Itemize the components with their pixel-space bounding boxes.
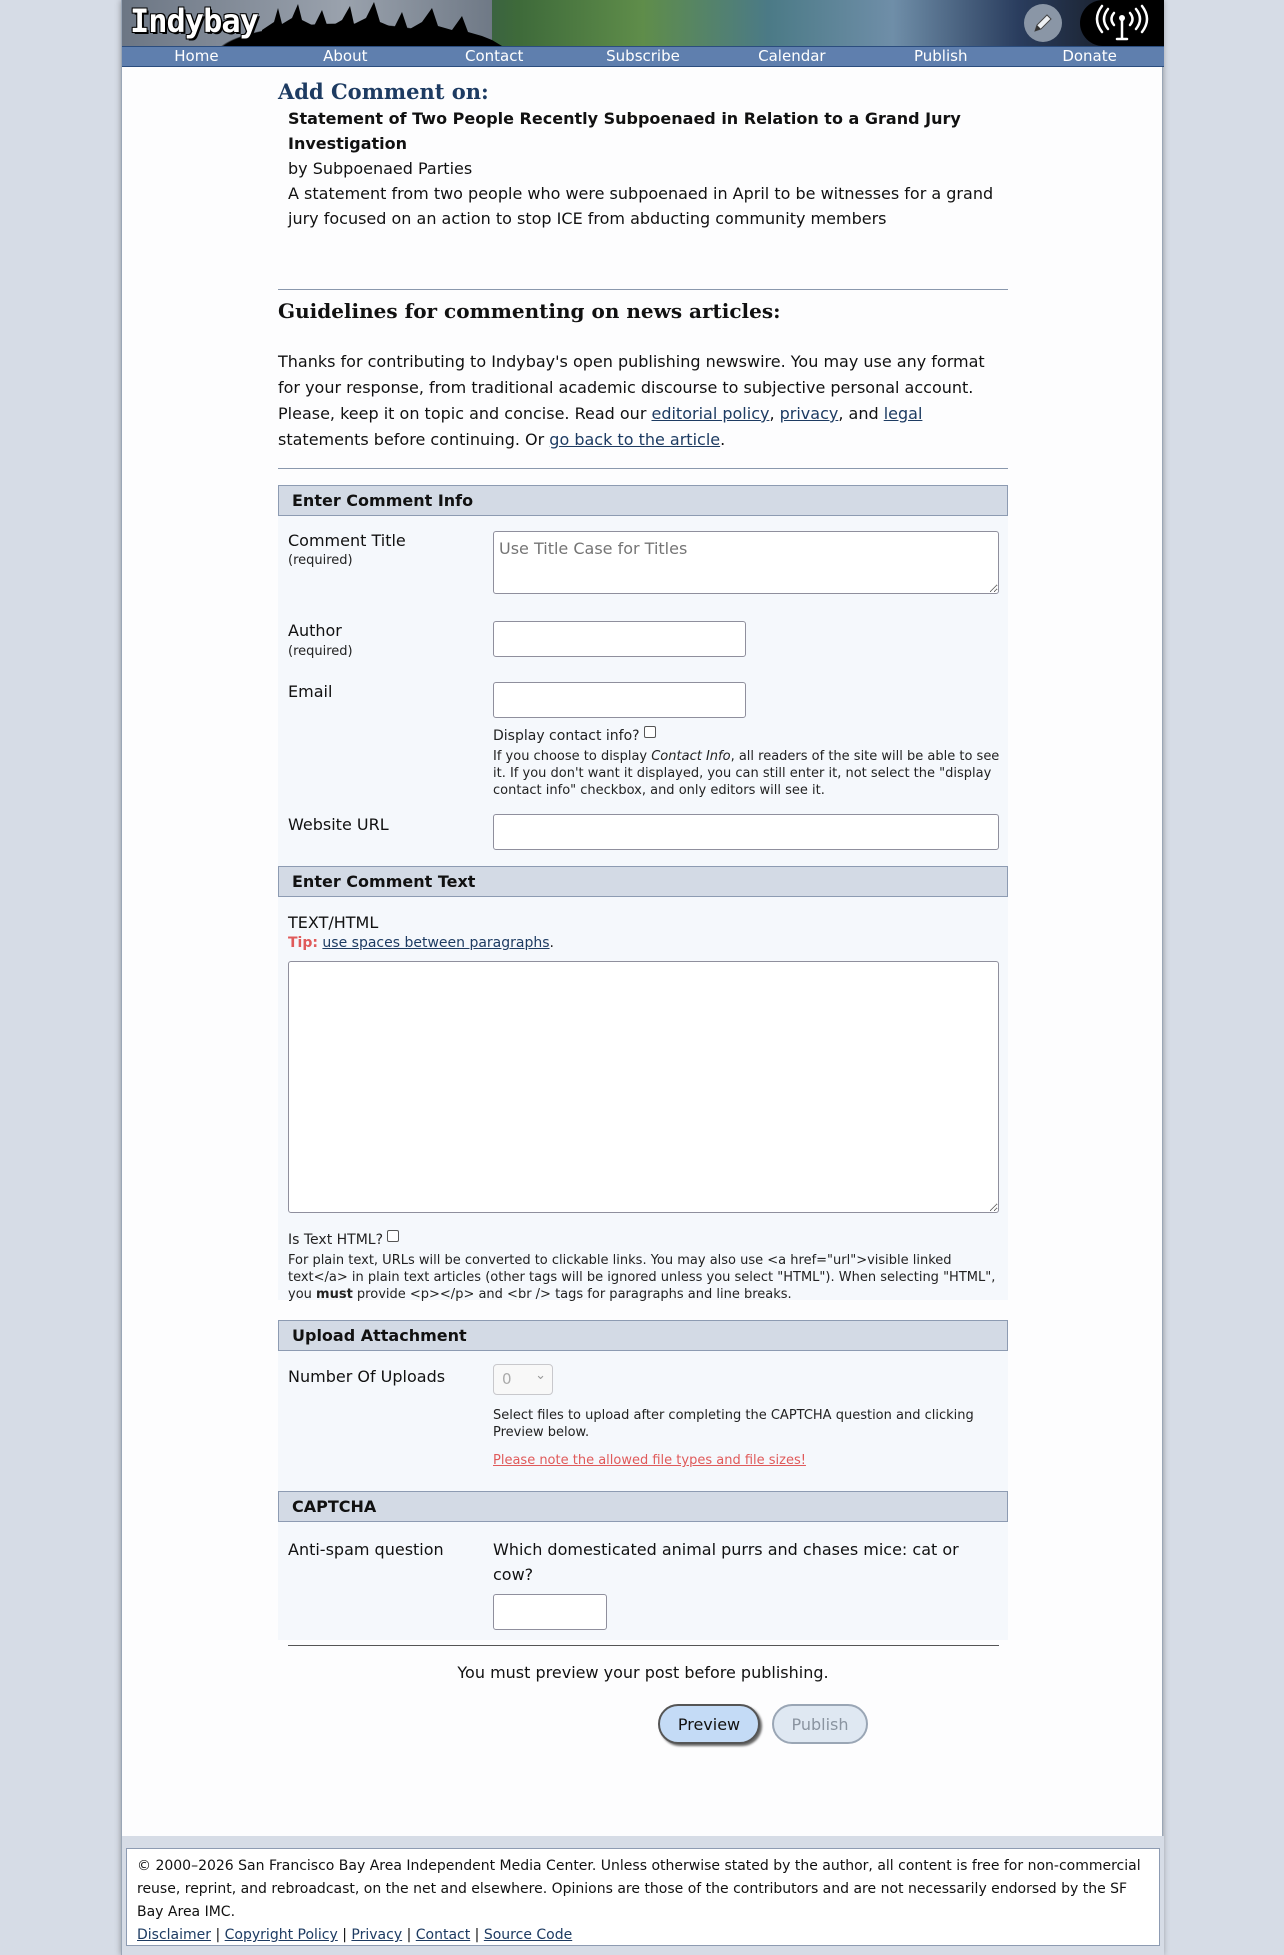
publish-button[interactable]: Publish (772, 1704, 868, 1744)
divider (278, 289, 1008, 290)
upload-section-header: Upload Attachment (278, 1320, 1008, 1351)
captcha-question: Which domesticated animal purrs and chas… (493, 1540, 959, 1584)
comment-title-label: Comment Title (288, 531, 406, 550)
back-to-article-link[interactable]: go back to the article (549, 430, 720, 449)
nav-donate[interactable]: Donate (1015, 47, 1164, 66)
note-emphasis: Contact Info (651, 749, 731, 764)
guidelines-heading: Guidelines for commenting on news articl… (278, 299, 781, 323)
guidelines-text: Thanks for contributing to Indybay's ope… (278, 349, 1008, 453)
captcha-section: Anti-spam question Which domesticated an… (278, 1522, 1008, 1640)
captcha-section-header: CAPTCHA (278, 1491, 1008, 1522)
author-label: Author (288, 621, 342, 640)
footer-area: © 2000–2026 San Francisco Bay Area Indep… (122, 1836, 1164, 1955)
article-summary: A statement from two people who were sub… (288, 184, 994, 228)
website-url-input[interactable] (493, 814, 999, 850)
author-input[interactable] (493, 621, 746, 657)
divider (288, 1645, 999, 1646)
website-url-label: Website URL (288, 815, 389, 834)
captcha-answer-input[interactable] (493, 1594, 607, 1630)
file-types-link[interactable]: Please note the allowed file types and f… (493, 1452, 806, 1469)
nav-calendar[interactable]: Calendar (717, 47, 866, 66)
upload-section: Number Of Uploads 0 ⌄ Select files to upl… (278, 1351, 1008, 1491)
radio-tower-icon (1095, 4, 1149, 41)
select-value: 0 (502, 1370, 512, 1388)
tip-row: Tip: use spaces between paragraphs. (288, 935, 554, 952)
legal-link[interactable]: legal (884, 404, 923, 423)
spaces-between-paragraphs-link[interactable]: use spaces between paragraphs (322, 935, 549, 951)
upload-note: Select files to upload after completing … (493, 1408, 974, 1440)
display-contact-row: Display contact info? (493, 726, 656, 745)
chevron-down-icon: ⌄ (535, 1368, 546, 1383)
privacy-link[interactable]: privacy (780, 404, 839, 423)
is-html-label: Is Text HTML? (288, 1232, 384, 1248)
contact-info-note: If you choose to display Contact Info, a… (493, 748, 1003, 799)
article-byline: by Subpoenaed Parties (288, 159, 473, 178)
preview-button[interactable]: Preview (658, 1704, 760, 1744)
number-of-uploads-label: Number Of Uploads (288, 1367, 446, 1386)
article-summary-block: Statement of Two People Recently Subpoen… (288, 106, 1008, 231)
copyright-notice: © 2000–2026 San Francisco Bay Area Indep… (137, 1858, 1141, 1920)
site-banner: Indybay (122, 0, 1164, 46)
text-html-label: TEXT/HTML (288, 913, 379, 932)
site-footer: © 2000–2026 San Francisco Bay Area Indep… (126, 1848, 1160, 1946)
footer-link-disclaimer[interactable]: Disclaimer (137, 1927, 211, 1943)
comment-body-textarea[interactable] (288, 961, 999, 1213)
publish-pencil-button[interactable] (1024, 4, 1062, 42)
footer-link-privacy[interactable]: Privacy (351, 1927, 402, 1943)
separator: , (769, 404, 780, 423)
email-input[interactable] (493, 682, 746, 718)
comment-title-input[interactable] (493, 531, 999, 594)
footer-link-source-code[interactable]: Source Code (484, 1927, 572, 1943)
nav-publish[interactable]: Publish (866, 47, 1015, 66)
comment-info-section-header: Enter Comment Info (278, 485, 1008, 516)
footer-links: Disclaimer | Copyright Policy | Privacy … (137, 1927, 573, 1943)
comment-text-section-header: Enter Comment Text (278, 866, 1008, 897)
display-contact-label: Display contact info? (493, 728, 640, 744)
note-text: If you choose to display (493, 749, 652, 764)
nav-about[interactable]: About (271, 47, 420, 66)
anti-spam-label: Anti-spam question (288, 1540, 444, 1559)
editorial-policy-link[interactable]: editorial policy (651, 404, 769, 423)
nav-contact[interactable]: Contact (420, 47, 569, 66)
crowd-silhouette-icon (262, 2, 502, 46)
page-title: Add Comment on: (278, 79, 489, 104)
is-html-row: Is Text HTML? (288, 1230, 400, 1249)
radio-broadcast-button[interactable] (1080, 0, 1164, 46)
site-logo[interactable]: Indybay (130, 2, 259, 40)
required-note: (required) (288, 644, 353, 659)
email-label: Email (288, 682, 333, 701)
tip-label: Tip: (288, 935, 318, 951)
html-note: For plain text, URLs will be converted t… (288, 1252, 1003, 1303)
is-html-checkbox[interactable] (387, 1230, 400, 1242)
required-note: (required) (288, 553, 353, 568)
guidelines-text-part: statements before continuing. Or (278, 430, 550, 449)
divider (278, 468, 1008, 469)
comment-text-section: TEXT/HTML Tip: use spaces between paragr… (278, 897, 1008, 1303)
separator: , and (838, 404, 884, 423)
pencil-icon (1034, 14, 1052, 32)
page-container: Indybay Home About Contact Subscribe Cal… (121, 0, 1164, 1955)
footer-link-contact[interactable]: Contact (416, 1927, 470, 1943)
article-title: Statement of Two People Recently Subpoen… (288, 109, 961, 153)
note-strong: must (316, 1287, 353, 1302)
tip-end: . (549, 935, 554, 951)
footer-link-copyright-policy[interactable]: Copyright Policy (225, 1927, 338, 1943)
guidelines-text-part: . (720, 430, 726, 449)
display-contact-checkbox[interactable] (643, 726, 656, 738)
number-of-uploads-select[interactable]: 0 ⌄ (493, 1364, 553, 1395)
nav-home[interactable]: Home (122, 47, 271, 66)
preview-notice: You must preview your post before publis… (457, 1663, 829, 1682)
main-nav: Home About Contact Subscribe Calendar Pu… (122, 46, 1164, 67)
nav-subscribe[interactable]: Subscribe (569, 47, 718, 66)
note-text: provide <p></p> and <br /> tags for para… (352, 1287, 792, 1302)
